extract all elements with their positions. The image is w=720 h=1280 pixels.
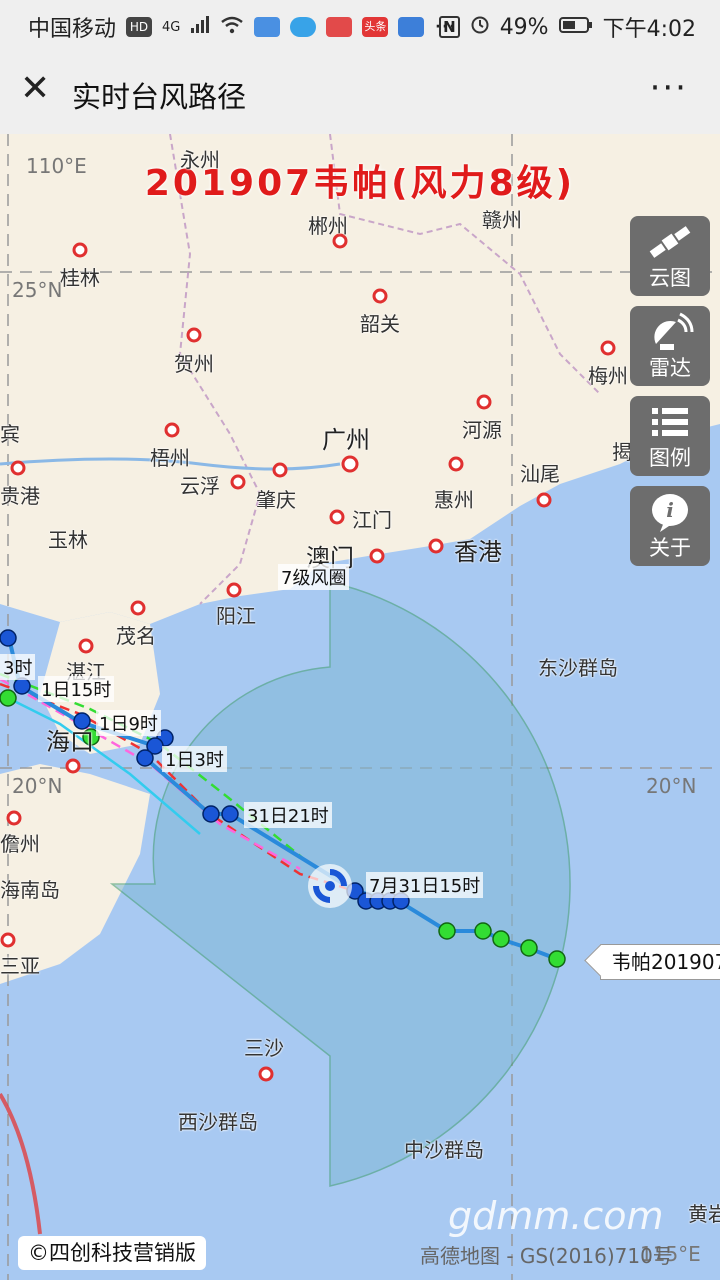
- city-guangzhou: 广州: [322, 426, 370, 454]
- nfc-icon: N: [439, 16, 460, 38]
- city-zhaoqing: 肇庆: [256, 488, 296, 512]
- city-haikou: 海口: [46, 728, 94, 756]
- signal-icon: [190, 15, 210, 40]
- city-hezhou: 贺州: [174, 352, 214, 376]
- city-guigang: 贵港: [0, 484, 40, 508]
- map-provider-credit: 高德地图 - GS(2016)710号: [420, 1244, 673, 1268]
- track-label-1d15: 1日15时: [38, 676, 115, 702]
- city-meizhou: 梅州: [588, 364, 628, 388]
- radar-button[interactable]: 雷达: [630, 306, 710, 386]
- track-label-1d3: 1日3时: [162, 746, 227, 772]
- cloud-image-label: 云图: [649, 266, 691, 290]
- legend-list-icon: [630, 402, 710, 442]
- hainan-island-label: 海南岛: [0, 878, 60, 902]
- carrier-label: 中国移动: [28, 17, 117, 42]
- satellite-icon: [630, 222, 710, 262]
- typhoon-map[interactable]: 201907韦帕(风力8级) 110°E 25°N 20°N 20°N 115°…: [0, 134, 720, 1280]
- svg-text:i: i: [666, 498, 674, 522]
- city-yunfu: 云浮: [180, 474, 220, 498]
- about-label: 关于: [649, 536, 691, 560]
- city-ganzhou: 赣州: [482, 208, 522, 232]
- city-shaoguan: 韶关: [360, 312, 400, 336]
- page-title: 实时台风路径: [72, 80, 247, 114]
- wifi-icon: [220, 15, 244, 40]
- city-shanwei: 汕尾: [520, 462, 560, 486]
- huangyan-label: 黄岩: [688, 1202, 720, 1226]
- battery-percent: 49%: [499, 14, 549, 40]
- city-wuzhou: 梧州: [150, 446, 190, 470]
- city-guilin: 桂林: [60, 266, 100, 290]
- city-yulin: 玉林: [48, 528, 88, 552]
- network-4g-badge: 4G: [162, 19, 181, 35]
- city-danzhou: 儋州: [0, 832, 40, 856]
- more-menu-icon[interactable]: ···: [650, 68, 688, 108]
- track-label-current: 7月31日15时: [366, 872, 484, 898]
- city-huizhou: 惠州: [434, 488, 474, 512]
- app-chip-3-icon: [326, 17, 353, 37]
- battery-icon: [558, 15, 593, 40]
- city-heyuan: 河源: [462, 418, 502, 442]
- watermark: gdmm.com: [448, 1194, 664, 1238]
- lat-20-left-label: 20°N: [12, 774, 63, 798]
- city-sansha: 三沙: [244, 1036, 284, 1060]
- clock: 下午4:02: [602, 17, 696, 42]
- app-chip-2-icon: [290, 17, 317, 37]
- app-chip-5-icon: [398, 17, 425, 37]
- copyright-badge: ©四创科技营销版: [18, 1236, 206, 1270]
- typhoon-icon: [308, 864, 352, 908]
- typhoon-name-flag[interactable]: 韦帕201907: [600, 944, 720, 980]
- about-button[interactable]: i 关于: [630, 486, 710, 566]
- app-chip-1-icon: [254, 17, 281, 37]
- track-label-31d21: 31日21时: [244, 802, 332, 828]
- legend-button[interactable]: 图例: [630, 396, 710, 476]
- lon-110-label: 110°E: [26, 154, 87, 178]
- radar-label: 雷达: [649, 356, 691, 380]
- typhoon-title: 201907韦帕(风力8级): [144, 163, 576, 204]
- cloud-image-button[interactable]: 云图: [630, 216, 710, 296]
- legend-label: 图例: [649, 446, 691, 470]
- dongsha-islands-label: 东沙群岛: [538, 656, 618, 680]
- xisha-islands-label: 西沙群岛: [178, 1110, 258, 1134]
- city-yangjiang: 阳江: [216, 604, 256, 628]
- city-partial-left: 宾: [0, 422, 20, 446]
- city-sanya: 三亚: [0, 954, 40, 978]
- map-canvas[interactable]: [0, 134, 720, 1280]
- track-label-1d9: 1日9时: [96, 710, 161, 736]
- city-yongzhou: 永州: [180, 148, 220, 172]
- nav-bar: ✕ 实时台风路径 ···: [0, 50, 720, 135]
- wind-circle-label: 7级风圈: [278, 564, 350, 590]
- alarm-icon: [470, 14, 490, 40]
- city-chenzhou: 郴州: [308, 214, 348, 238]
- status-bar: 中国移动 HD 4G 头条 ··· N 49% 下午4:02: [0, 0, 720, 50]
- city-jiangmen: 江门: [352, 508, 392, 532]
- lat-25-label: 25°N: [12, 278, 63, 302]
- city-hongkong: 香港: [454, 538, 502, 566]
- close-icon[interactable]: ✕: [20, 71, 56, 108]
- radar-dish-icon: [630, 312, 710, 352]
- track-label-0: 3时: [0, 654, 36, 680]
- hd-badge: HD: [126, 17, 153, 37]
- info-icon: i: [630, 492, 710, 532]
- lat-20-right-label: 20°N: [646, 774, 697, 798]
- city-maoming: 茂名: [116, 624, 156, 648]
- zhongsha-islands-label: 中沙群岛: [404, 1138, 484, 1162]
- toutiao-chip: 头条: [362, 17, 389, 37]
